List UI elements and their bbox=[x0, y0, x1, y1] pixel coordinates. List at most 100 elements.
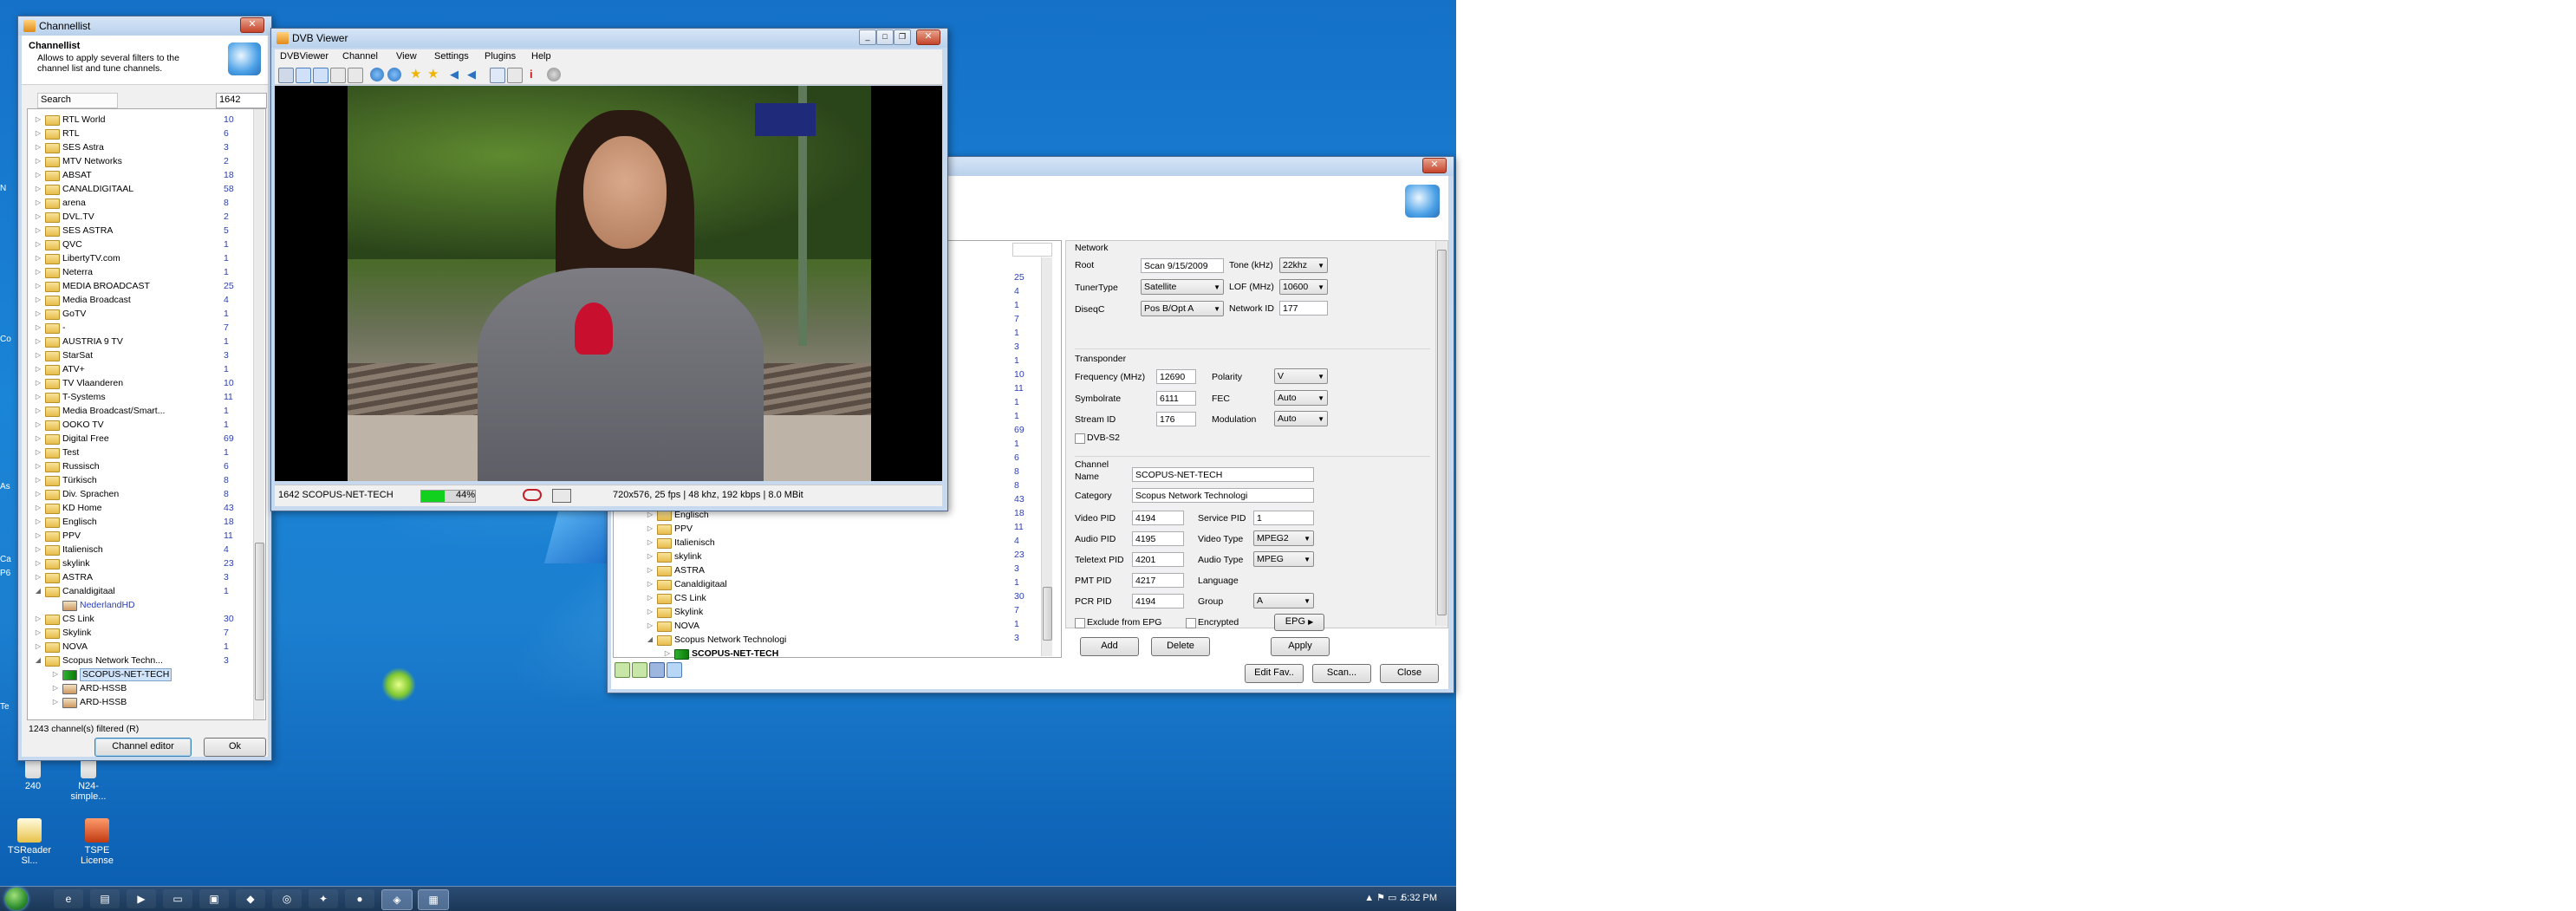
tree-item[interactable]: ▷ RTL World 10 bbox=[28, 113, 244, 127]
expand-arrow-icon[interactable]: ▷ bbox=[35, 335, 42, 348]
tree-item[interactable]: ▷ ARD-HSSB bbox=[28, 695, 244, 709]
tree-item[interactable]: ▷ Türkisch 8 bbox=[28, 473, 244, 487]
close-window-button[interactable]: ✕ bbox=[916, 29, 940, 45]
expand-arrow-icon[interactable]: ▷ bbox=[35, 501, 42, 515]
editor-tree-filter[interactable] bbox=[1012, 243, 1052, 257]
tree-item[interactable]: ▷ RTL 6 bbox=[28, 127, 244, 140]
expand-arrow-icon[interactable]: ▷ bbox=[35, 390, 42, 404]
volume-down-icon[interactable]: ◀ bbox=[450, 68, 464, 81]
modulation-combo[interactable]: Auto ▼ bbox=[1274, 411, 1328, 426]
streamid-field[interactable]: 176 bbox=[1156, 412, 1196, 426]
search-input[interactable]: 1642 bbox=[216, 93, 267, 108]
dvb-viewer-titlebar[interactable]: DVB Viewer _ □ ❐ ✕ bbox=[271, 29, 947, 48]
tone-combo[interactable]: 22khz ▼ bbox=[1279, 257, 1328, 273]
videotype-combo[interactable]: MPEG2 ▼ bbox=[1253, 530, 1314, 546]
expand-arrow-icon[interactable]: ▷ bbox=[647, 563, 654, 577]
expand-arrow-icon[interactable]: ▷ bbox=[35, 612, 42, 626]
expand-arrow-icon[interactable]: ▷ bbox=[35, 543, 42, 556]
lof-combo[interactable]: 10600 ▼ bbox=[1279, 279, 1328, 295]
add-button[interactable]: Add bbox=[1080, 637, 1139, 656]
root-field[interactable]: Scan 9/15/2009 bbox=[1141, 258, 1224, 273]
taskbar-ie[interactable]: e bbox=[54, 889, 83, 908]
tree-item[interactable]: ▷ Digital Free 69 bbox=[28, 432, 244, 446]
expand-arrow-icon[interactable]: ▷ bbox=[52, 681, 59, 695]
close-button[interactable]: Close bbox=[1380, 664, 1439, 683]
expand-arrow-icon[interactable]: ▷ bbox=[35, 307, 42, 321]
expand-arrow-icon[interactable]: ▷ bbox=[35, 265, 42, 279]
channel-tree-scrollbar[interactable] bbox=[253, 109, 264, 719]
expand-arrow-icon[interactable]: ▷ bbox=[35, 182, 42, 196]
expand-arrow-icon[interactable]: ◢ bbox=[35, 584, 42, 598]
taskbar-app3[interactable]: ✦ bbox=[309, 889, 338, 908]
expand-arrow-icon[interactable]: ▷ bbox=[647, 577, 654, 591]
channellist-titlebar[interactable]: Channellist ✕ bbox=[18, 16, 271, 36]
stop-icon[interactable] bbox=[547, 68, 561, 81]
tree-item[interactable]: ▷ DVL.TV 2 bbox=[28, 210, 244, 224]
delete-button[interactable]: Delete bbox=[1151, 637, 1210, 656]
teletextpid-field[interactable]: 4201 bbox=[1132, 552, 1184, 567]
tree-item[interactable]: NederlandHD bbox=[28, 598, 244, 612]
expand-arrow-icon[interactable]: ▷ bbox=[647, 619, 654, 633]
expand-arrow-icon[interactable]: ▷ bbox=[35, 168, 42, 182]
expand-arrow-icon[interactable]: ▷ bbox=[35, 418, 42, 432]
expand-arrow-icon[interactable]: ▷ bbox=[35, 487, 42, 501]
expand-arrow-icon[interactable]: ▷ bbox=[647, 536, 654, 550]
expand-arrow-icon[interactable]: ▷ bbox=[35, 515, 42, 529]
expand-arrow-icon[interactable]: ▷ bbox=[35, 626, 42, 640]
tree-item[interactable]: ▷ Media Broadcast/Smart... 1 bbox=[28, 404, 244, 418]
dvbs2-checkbox[interactable] bbox=[1075, 433, 1085, 444]
tree-item[interactable]: ▷ ABSAT 18 bbox=[28, 168, 244, 182]
exclude-epg-checkbox[interactable] bbox=[1075, 618, 1085, 628]
editor-tree-vscroll[interactable] bbox=[1041, 257, 1052, 656]
expand-arrow-icon[interactable]: ▷ bbox=[35, 293, 42, 307]
tree-item[interactable]: ▷ ATV+ 1 bbox=[28, 362, 244, 376]
networkid-field[interactable]: 177 bbox=[1279, 301, 1328, 316]
record-icon[interactable] bbox=[507, 68, 523, 83]
menu-channel[interactable]: Channel bbox=[342, 51, 378, 62]
scroll-thumb[interactable] bbox=[255, 543, 264, 700]
encrypted-checkbox[interactable] bbox=[1186, 618, 1196, 628]
tree-item[interactable]: ▷ SES Astra 3 bbox=[28, 140, 244, 154]
taskbar-monitor[interactable]: ▣ bbox=[199, 889, 229, 908]
polarity-combo[interactable]: V ▼ bbox=[1274, 368, 1328, 384]
restore-button[interactable]: ❐ bbox=[894, 29, 911, 45]
tree-item[interactable]: ▷ ARD-HSSB bbox=[28, 681, 244, 695]
taskbar-app2[interactable]: ◎ bbox=[272, 889, 302, 908]
add-channel-icon[interactable] bbox=[632, 662, 647, 678]
tree-item[interactable]: ▷ OOKO TV 1 bbox=[28, 418, 244, 432]
maximize-button[interactable]: □ bbox=[876, 29, 894, 45]
taskbar-dvbviewer[interactable]: ◈ bbox=[381, 889, 413, 910]
edit-fav-button[interactable]: Edit Fav.. bbox=[1245, 664, 1304, 683]
diseqc-combo[interactable]: Pos B/Opt A ▼ bbox=[1141, 301, 1224, 316]
scroll-thumb[interactable] bbox=[1437, 250, 1447, 615]
channel-editor-button[interactable]: Channel editor bbox=[94, 738, 192, 757]
tree-item[interactable]: ▷ T-Systems 11 bbox=[28, 390, 244, 404]
pcrpid-field[interactable]: 4194 bbox=[1132, 594, 1184, 608]
expand-arrow-icon[interactable]: ▷ bbox=[35, 321, 42, 335]
expand-arrow-icon[interactable]: ▷ bbox=[35, 196, 42, 210]
tree-item[interactable]: ▷ Div. Sprachen 8 bbox=[28, 487, 244, 501]
tree-item[interactable]: ▷ SES ASTRA 5 bbox=[28, 224, 244, 238]
expand-arrow-icon[interactable]: ▷ bbox=[35, 348, 42, 362]
epg-icon[interactable] bbox=[348, 68, 363, 83]
expand-arrow-icon[interactable]: ▷ bbox=[35, 279, 42, 293]
tree-item[interactable]: ▷ AUSTRIA 9 TV 1 bbox=[28, 335, 244, 348]
taskbar-explorer[interactable]: ▤ bbox=[90, 889, 120, 908]
taskbar-clock[interactable]: 5:32 PM bbox=[1402, 893, 1437, 903]
apply-button[interactable]: Apply bbox=[1271, 637, 1330, 656]
expand-arrow-icon[interactable]: ▷ bbox=[35, 404, 42, 418]
undo-icon[interactable] bbox=[667, 662, 682, 678]
tree-item[interactable]: ▷ MEDIA BROADCAST 25 bbox=[28, 279, 244, 293]
volume-up-icon[interactable]: ◀ bbox=[467, 68, 481, 81]
tree-item[interactable]: ▷ Test 1 bbox=[28, 446, 244, 459]
tree-item[interactable]: ◢ Canaldigitaal 1 bbox=[28, 584, 244, 598]
tree-item[interactable]: ▷ GoTV 1 bbox=[28, 307, 244, 321]
tree-item[interactable]: ◢ Scopus Network Techn... 3 bbox=[28, 654, 244, 667]
expand-arrow-icon[interactable]: ▷ bbox=[647, 591, 654, 605]
expand-arrow-icon[interactable]: ▷ bbox=[35, 570, 42, 584]
next-channel-icon[interactable] bbox=[387, 68, 401, 81]
servicepid-field[interactable]: 1 bbox=[1253, 511, 1314, 525]
scan-button[interactable]: Scan... bbox=[1312, 664, 1371, 683]
tree-item[interactable]: ▷ skylink 23 bbox=[28, 556, 244, 570]
videopid-field[interactable]: 4194 bbox=[1132, 511, 1184, 525]
